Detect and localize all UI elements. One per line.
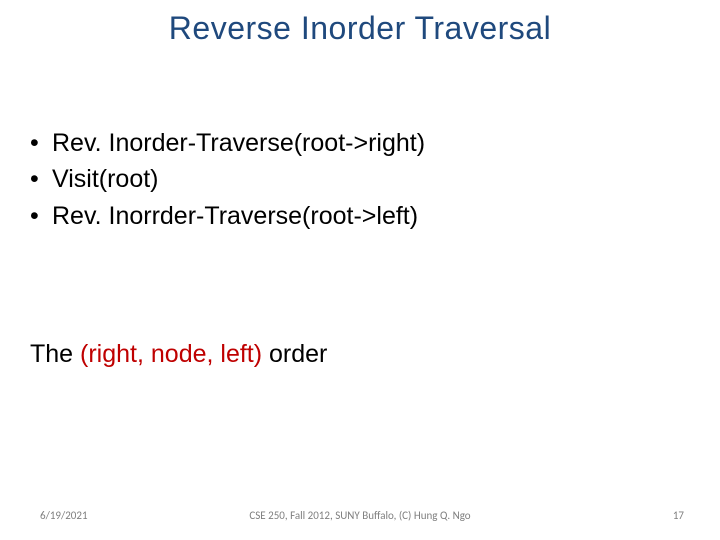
summary-highlight: (right, node, left)	[80, 340, 262, 368]
bullet-text: Visit(root)	[52, 165, 159, 193]
bullet-item: •Rev. Inorrder-Traverse(root->left)	[30, 198, 425, 234]
summary-line: The (right, node, left) order	[30, 340, 327, 369]
slide: Reverse Inorder Traversal •Rev. Inorder-…	[0, 0, 720, 540]
bullet-item: •Visit(root)	[30, 161, 425, 197]
bullet-item: •Rev. Inorder-Traverse(root->right)	[30, 125, 425, 161]
summary-prefix: The	[30, 340, 80, 368]
bullet-dot-icon: •	[30, 198, 52, 234]
slide-title: Reverse Inorder Traversal	[0, 10, 720, 47]
bullet-dot-icon: •	[30, 125, 52, 161]
bullet-text: Rev. Inorrder-Traverse(root->left)	[52, 202, 418, 230]
bullet-dot-icon: •	[30, 161, 52, 197]
bullet-list: •Rev. Inorder-Traverse(root->right) •Vis…	[30, 125, 425, 234]
summary-suffix: order	[262, 340, 327, 368]
bullet-text: Rev. Inorder-Traverse(root->right)	[52, 129, 425, 157]
footer-attribution: CSE 250, Fall 2012, SUNY Buffalo, (C) Hu…	[0, 509, 720, 522]
footer-page-number: 17	[673, 509, 684, 522]
